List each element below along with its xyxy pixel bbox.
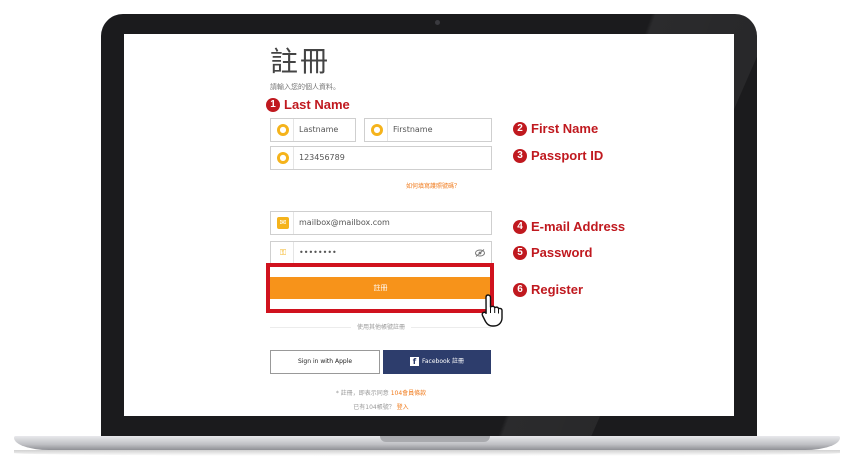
- annotation-first-name: 2 First Name: [513, 121, 598, 136]
- register-highlight-box: [266, 263, 494, 313]
- annotation-label: First Name: [531, 121, 599, 136]
- annotation-number: 6: [513, 282, 527, 297]
- annotation-register: 6 Register: [513, 282, 583, 297]
- first-name-value: Firstname: [393, 125, 433, 134]
- annotation-number: 1: [266, 97, 280, 112]
- user-icon: ●: [371, 124, 383, 136]
- terms-text: * 註冊，即表示同意 104會員條款: [124, 388, 638, 397]
- facebook-register-button[interactable]: f Facebook 註冊: [383, 350, 491, 374]
- annotation-label: E-mail Address: [531, 219, 626, 234]
- camera-icon: [435, 20, 440, 25]
- annotation-number: 5: [513, 245, 527, 260]
- annotation-email: 4 E-mail Address: [513, 219, 625, 234]
- apple-signin-button[interactable]: Sign in with Apple: [270, 350, 380, 374]
- terms-link[interactable]: 104會員條款: [391, 390, 426, 397]
- mail-icon: ✉: [277, 217, 289, 229]
- facebook-label: Facebook 註冊: [421, 358, 465, 365]
- annotation-number: 4: [513, 219, 527, 234]
- last-name-value: Lastname: [299, 125, 339, 134]
- passport-id-field[interactable]: ● 123456789: [270, 146, 492, 170]
- or-text: 使用其他帳號註冊: [350, 324, 411, 331]
- email-field[interactable]: ✉ mailbox@mailbox.com: [270, 211, 492, 235]
- key-icon: ⚿: [279, 248, 287, 257]
- id-card-icon: ●: [277, 152, 289, 164]
- hand-cursor-icon: [481, 294, 503, 327]
- annotation-label: Register: [531, 282, 584, 297]
- password-value: ••••••••: [299, 248, 337, 257]
- login-text: 已有104帳號？ 登入: [124, 402, 638, 411]
- terms-prefix: * 註冊，即表示同意: [335, 390, 389, 397]
- annotation-passport-id: 3 Passport ID: [513, 148, 603, 163]
- last-name-field[interactable]: ● Lastname: [270, 118, 356, 142]
- form-subtitle: 請輸入您的個人資料。: [270, 83, 340, 91]
- annotation-label: Password: [531, 245, 593, 260]
- first-name-field[interactable]: ● Firstname: [364, 118, 492, 142]
- annotation-last-name: 1 Last Name: [266, 97, 350, 112]
- eye-icon[interactable]: [475, 249, 485, 257]
- facebook-icon: f: [409, 357, 419, 366]
- annotation-number: 2: [513, 121, 527, 136]
- laptop-screen: 註冊 請輸入您的個人資料。 ● Lastname ● Firstname ● 1…: [124, 34, 734, 416]
- page-title: 註冊: [270, 45, 331, 78]
- annotation-password: 5 Password: [513, 245, 592, 260]
- laptop-notch: [380, 436, 490, 442]
- passport-hint-link[interactable]: 如何填寫護照號碼？: [406, 181, 460, 190]
- password-field[interactable]: ⚿ ••••••••: [270, 241, 492, 265]
- passport-id-value: 123456789: [299, 153, 345, 162]
- login-prefix: 已有104帳號？: [353, 404, 395, 411]
- apple-signin-label: Sign in with Apple: [297, 358, 353, 365]
- user-icon: ●: [277, 124, 289, 136]
- annotation-label: Last Name: [284, 97, 350, 112]
- annotation-label: Passport ID: [531, 148, 604, 163]
- annotation-number: 3: [513, 148, 527, 163]
- email-value: mailbox@mailbox.com: [299, 218, 390, 227]
- login-link[interactable]: 登入: [397, 404, 409, 411]
